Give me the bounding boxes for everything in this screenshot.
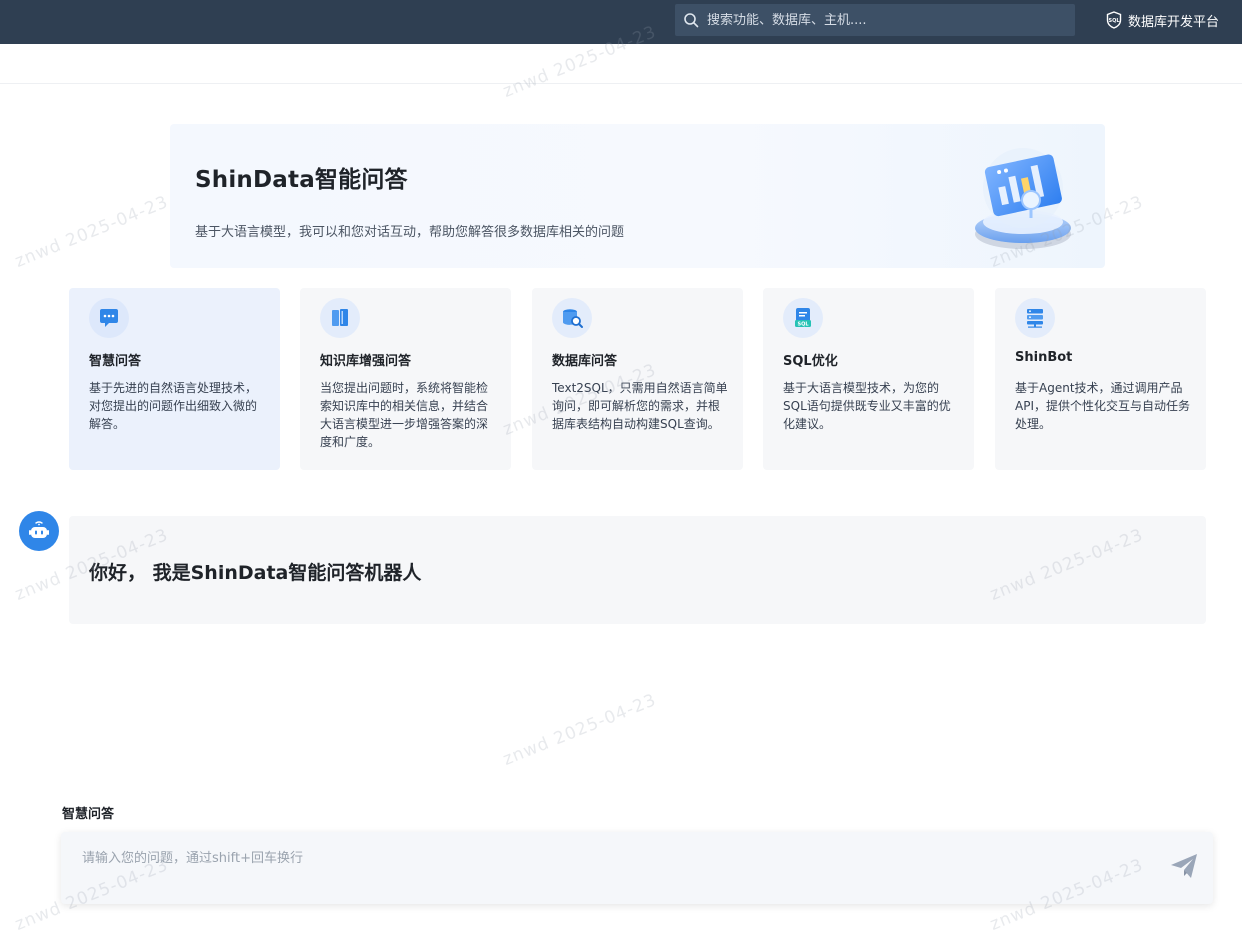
send-icon[interactable] [1169, 851, 1199, 881]
feature-icon-wrap [552, 298, 592, 338]
feature-card-desc: 基于先进的自然语言处理技术，对您提出的问题作出细致入微的解答。 [89, 381, 258, 431]
question-composer [61, 832, 1213, 904]
feature-icon-wrap [89, 298, 129, 338]
search-input[interactable] [707, 12, 1067, 28]
feature-icon-wrap [320, 298, 360, 338]
question-input[interactable] [82, 847, 1142, 887]
svg-text:SQL: SQL [1108, 18, 1120, 24]
database-search-icon [563, 309, 583, 328]
watermark: znwd 2025-04-23 [500, 690, 660, 770]
feature-card-shinbot[interactable]: ShinBot 基于Agent技术，通过调用产品API，提供个性化交互与自动任务… [995, 288, 1206, 470]
svg-text:SQL: SQL [797, 322, 809, 328]
search-icon [684, 13, 699, 28]
banner-subtitle: 基于大语言模型，我可以和您对话互动，帮助您解答很多数据库相关的问题 [195, 225, 625, 240]
sub-header-bar [0, 44, 1242, 84]
feature-card-desc: 当您提出问题时，系统将智能检索知识库中的相关信息，并结合大语言模型进一步增强答案… [320, 381, 489, 449]
platform-label: 数据库开发平台 [1128, 14, 1220, 30]
book-icon [332, 309, 348, 326]
analytics-illustration-icon [975, 148, 1071, 249]
greeting-text: 你好， 我是ShinData智能问答机器人 [89, 562, 422, 584]
banner-title: ShinData智能问答 [195, 167, 408, 193]
sql-doc-icon: SQL [795, 308, 811, 328]
feature-icon-wrap [1015, 298, 1055, 338]
feature-card-smart-qa[interactable]: 智慧问答 基于先进的自然语言处理技术，对您提出的问题作出细致入微的解答。 [69, 288, 280, 470]
composer-mode-label: 智慧问答 [62, 807, 115, 822]
feature-icon-wrap: SQL [783, 298, 823, 338]
feature-card-title: 数据库问答 [552, 354, 618, 369]
bot-avatar [19, 511, 59, 551]
feature-card-title: 智慧问答 [89, 354, 142, 369]
global-search[interactable] [675, 4, 1075, 36]
platform-switch[interactable]: SQL 数据库开发平台 [1104, 10, 1219, 30]
feature-card-sql-opt[interactable]: SQL SQL优化 基于大语言模型技术，为您的SQL语句提供既专业又丰富的优化建… [763, 288, 974, 470]
feature-card-title: 知识库增强问答 [320, 354, 412, 369]
feature-card-desc: 基于Agent技术，通过调用产品API，提供个性化交互与自动任务处理。 [1015, 381, 1190, 431]
feature-card-desc: Text2SQL，只需用自然语言简单询问，即可解析您的需求，并根据库表结构自动构… [552, 381, 728, 431]
feature-card-desc: 基于大语言模型技术，为您的SQL语句提供既专业又丰富的优化建议。 [783, 381, 951, 431]
top-navbar: SQL 数据库开发平台 [0, 0, 1242, 44]
feature-card-title: ShinBot [1015, 350, 1073, 365]
chat-bubble-icon [100, 309, 118, 327]
feature-card-title: SQL优化 [783, 354, 838, 369]
feature-card-db-qa[interactable]: 数据库问答 Text2SQL，只需用自然语言简单询问，即可解析您的需求，并根据库… [532, 288, 743, 470]
watermark: znwd 2025-04-23 [12, 192, 172, 272]
robot-icon [29, 521, 49, 538]
server-stack-icon [1027, 309, 1043, 328]
intro-banner: ShinData智能问答 基于大语言模型，我可以和您对话互动，帮助您解答很多数据… [170, 124, 1105, 268]
sql-shield-icon: SQL [1106, 11, 1122, 29]
bot-greeting-message: 你好， 我是ShinData智能问答机器人 [69, 516, 1206, 624]
feature-card-kb-qa[interactable]: 知识库增强问答 当您提出问题时，系统将智能检索知识库中的相关信息，并结合大语言模… [300, 288, 511, 470]
